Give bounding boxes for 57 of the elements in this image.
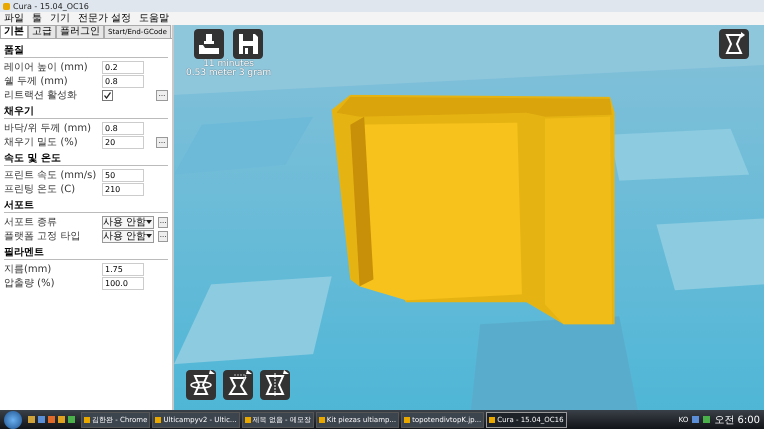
field-label: 리트랙션 활성화 (4, 89, 78, 102)
dropdown[interactable]: 사용 안함 (102, 230, 154, 242)
input-field[interactable]: 0.8 (102, 122, 144, 134)
field-label: 레이어 높이 (mm) (4, 61, 89, 74)
field-label: 프린트 속도 (mm/s) (4, 169, 98, 182)
input-field[interactable]: 0.8 (102, 74, 144, 88)
menu-item[interactable]: 전문가 설정 (78, 12, 132, 24)
section-heading: 필라멘트 (4, 247, 168, 260)
field-label: 서포트 종류 (4, 216, 58, 229)
field-label: 채우기 밀도 (%) (4, 136, 79, 149)
dropdown-value: 사용 안함 (103, 230, 146, 242)
section-heading: 속도 및 온도 (4, 153, 168, 166)
section-heading: 품질 (4, 45, 168, 58)
field-label: 압출량 (%) (4, 277, 56, 290)
print-info-text: 11 minutes (203, 60, 255, 69)
scale-icon[interactable] (223, 370, 253, 400)
field-label: 플랫폼 고정 타입 (4, 230, 82, 243)
caret-icon (146, 220, 152, 224)
dropdown-value: 사용 안함 (103, 216, 146, 228)
print-info-text: 0.53 meter 3 gram (186, 69, 272, 78)
app-icon (3, 2, 10, 10)
input-field[interactable]: 20 (102, 136, 144, 148)
menu-item[interactable]: 도움말 (139, 12, 170, 24)
field-label: 바닥/위 두께 (mm) (4, 122, 92, 135)
clock[interactable]: 오전 6:00 (714, 412, 760, 426)
tab[interactable]: 플러그인 (56, 25, 104, 38)
input-field[interactable]: 100.0 (102, 276, 144, 290)
caret-icon (146, 234, 152, 238)
field-label: 지름(mm) (4, 263, 52, 276)
menu-item[interactable]: 파일 (4, 12, 24, 24)
app-icon (489, 416, 496, 422)
app-icon (84, 416, 90, 422)
app-icon (404, 416, 410, 422)
menu-item[interactable]: 기기 (50, 12, 70, 24)
view-mode-icon[interactable] (719, 29, 749, 59)
load-model-icon[interactable] (194, 29, 224, 59)
section-heading: 서포트 (4, 200, 168, 213)
tab[interactable]: 고급 (28, 25, 56, 38)
mirror-icon[interactable] (260, 370, 290, 400)
tab[interactable]: 기본 (0, 25, 28, 38)
input-field[interactable]: 1.75 (102, 262, 144, 276)
menu-item[interactable]: 툴 (32, 12, 42, 24)
section-heading: 채우기 (4, 106, 168, 119)
input-field[interactable]: 50 (102, 168, 144, 182)
save-icon[interactable] (233, 29, 264, 59)
field-label: 쉘 두께 (mm) (4, 75, 69, 88)
input-field[interactable]: 210 (102, 182, 144, 196)
input-field[interactable]: 0.2 (102, 60, 144, 74)
rotate-icon[interactable] (186, 370, 216, 400)
checkbox[interactable] (102, 90, 113, 100)
dropdown[interactable]: 사용 안함 (102, 216, 154, 228)
start-button[interactable] (4, 410, 22, 428)
field-label: 프린팅 온도 (C) (4, 183, 76, 196)
app-icon (318, 416, 325, 422)
app-icon (244, 416, 251, 422)
app-icon (155, 416, 162, 422)
window-title: Cura - 15.04_OC16 (13, 2, 89, 10)
